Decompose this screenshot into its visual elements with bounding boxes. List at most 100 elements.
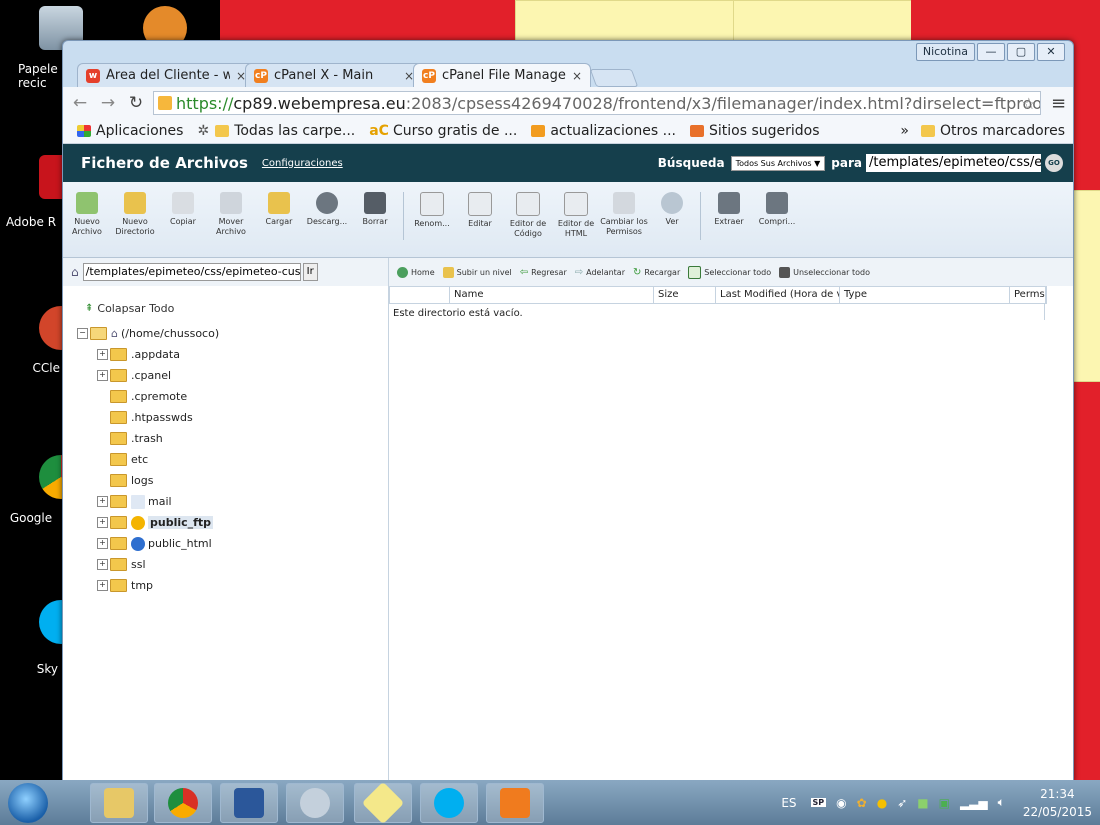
back-icon[interactable]: ← xyxy=(69,93,91,113)
taskbar-skype[interactable] xyxy=(420,783,478,823)
tree-root[interactable]: − ⌂ (/home/chussoco) xyxy=(63,323,388,344)
rename-button[interactable]: Renom... xyxy=(408,192,456,229)
nav-reload[interactable]: ↻ Recargar xyxy=(633,267,680,278)
media-player-icon xyxy=(500,788,530,818)
expand-toggle-icon[interactable]: + xyxy=(97,517,108,528)
view-button[interactable]: Ver xyxy=(648,192,696,227)
volume-icon[interactable]: 🔈︎ xyxy=(998,795,1005,810)
bookmark-folder-all[interactable]: ✲ Todas las carpe... xyxy=(197,123,355,139)
column-type[interactable]: Type xyxy=(840,287,1010,303)
nav-unselect-all[interactable]: Unseleccionar todo xyxy=(779,266,870,278)
tree-item[interactable]: .cpremote xyxy=(63,386,388,407)
tab-file-manager[interactable]: cP cPanel File Manager × xyxy=(413,63,591,87)
tray-app-icon[interactable]: ◉ xyxy=(836,796,846,810)
tree-item[interactable]: + mail xyxy=(63,491,388,512)
bookmark-actualizaciones[interactable]: actualizaciones ... xyxy=(531,123,676,139)
tree-item[interactable]: + public_html xyxy=(63,533,388,554)
tray-app-icon[interactable]: ▣ xyxy=(939,796,950,810)
delete-button[interactable]: Borrar xyxy=(351,192,399,227)
tray-app-icon[interactable]: ■ xyxy=(917,796,928,810)
forward-icon[interactable]: → xyxy=(97,93,119,113)
copy-button[interactable]: Copiar xyxy=(159,192,207,227)
bookmark-star-icon[interactable]: ☆ xyxy=(1022,92,1036,114)
new-file-button[interactable]: Nuevo Archivo xyxy=(63,192,111,237)
tray-app-icon[interactable]: ➶ xyxy=(897,796,907,810)
compress-button[interactable]: Compri... xyxy=(753,192,801,227)
tree-item[interactable]: + ssl xyxy=(63,554,388,575)
path-input[interactable]: /templates/epimeteo/css/epimeteo-custo xyxy=(82,263,301,281)
nav-select-all[interactable]: Seleccionar todo xyxy=(688,265,771,279)
folder-icon xyxy=(110,558,127,571)
search-scope-select[interactable]: Todos Sus Archivos ▼ xyxy=(730,155,826,171)
tree-item[interactable]: .htpasswds xyxy=(63,407,388,428)
nav-home[interactable]: Home xyxy=(397,266,435,278)
bookmark-sitios[interactable]: Sitios sugeridos xyxy=(690,123,820,139)
download-button[interactable]: Descarg... xyxy=(303,192,351,227)
upload-button[interactable]: Cargar xyxy=(255,192,303,227)
clock[interactable]: 21:34 22/05/2015 xyxy=(1023,785,1092,821)
tree-item[interactable]: + public_ftp xyxy=(63,512,388,533)
network-signal-icon[interactable]: ▂▃▅ xyxy=(960,796,988,810)
close-button[interactable]: ✕ xyxy=(1037,43,1065,61)
address-bar[interactable]: https://cp89.webempresa.eu:2083/cpsess42… xyxy=(153,91,1041,115)
tree-item[interactable]: logs xyxy=(63,470,388,491)
bookmark-apps[interactable]: Aplicaciones xyxy=(77,123,183,139)
taskbar-chrome[interactable] xyxy=(154,783,212,823)
reload-icon[interactable]: ↻ xyxy=(125,93,147,113)
nav-up-level[interactable]: Subir un nivel xyxy=(442,266,512,278)
other-bookmarks[interactable]: Otros marcadores xyxy=(920,123,1065,139)
search-input[interactable]: /templates/epimeteo/css/e xyxy=(866,154,1041,172)
expand-toggle-icon[interactable]: + xyxy=(97,496,108,507)
sp-icon[interactable]: SP xyxy=(810,798,827,807)
search-go-button[interactable]: GO xyxy=(1045,154,1063,172)
tab-area-cliente[interactable]: w Área del Cliente - we × xyxy=(77,63,255,87)
bookmark-curso[interactable]: aC Curso gratis de ... xyxy=(369,123,517,139)
tree-item-label: .htpasswds xyxy=(131,411,193,424)
expand-toggle-icon[interactable]: + xyxy=(97,580,108,591)
collapse-all-button[interactable]: ⇞ Colapsar Todo xyxy=(85,302,388,315)
tree-item-label: public_html xyxy=(148,537,212,550)
tree-item[interactable]: etc xyxy=(63,449,388,470)
maximize-button[interactable]: ▢ xyxy=(1007,43,1035,61)
tree-item[interactable]: + .appdata xyxy=(63,344,388,365)
new-tab-button[interactable] xyxy=(589,69,639,87)
taskbar-word[interactable] xyxy=(220,783,278,823)
minimize-button[interactable]: — xyxy=(977,43,1005,61)
html-editor-button[interactable]: Editor de HTML xyxy=(552,192,600,239)
nav-back[interactable]: ⇦ Regresar xyxy=(520,267,567,278)
expand-toggle-icon[interactable]: + xyxy=(97,370,108,381)
bookmarks-more-button[interactable]: » xyxy=(900,123,909,139)
tab-cpanel-main[interactable]: cP cPanel X - Main × xyxy=(245,63,423,87)
taskbar-snipping[interactable] xyxy=(286,783,344,823)
menu-icon[interactable]: ≡ xyxy=(1051,93,1066,114)
expand-toggle-icon[interactable]: + xyxy=(97,559,108,570)
move-button[interactable]: Mover Archivo xyxy=(207,192,255,237)
column-modified[interactable]: Last Modified (Hora de v xyxy=(716,287,840,303)
tree-item[interactable]: + tmp xyxy=(63,575,388,596)
taskbar-explorer[interactable] xyxy=(90,783,148,823)
settings-link[interactable]: Configuraciones xyxy=(262,158,343,169)
expand-toggle-icon[interactable]: + xyxy=(97,538,108,549)
permissions-button[interactable]: Cambiar los Permisos xyxy=(600,192,648,237)
start-button[interactable] xyxy=(8,783,48,823)
extract-button[interactable]: Extraer xyxy=(705,192,753,227)
column-perms[interactable]: Perms xyxy=(1010,287,1046,303)
collapse-toggle-icon[interactable]: − xyxy=(77,328,88,339)
taskbar-sticky-notes[interactable] xyxy=(354,781,412,825)
expand-toggle-icon[interactable]: + xyxy=(97,349,108,360)
close-icon[interactable]: × xyxy=(572,69,582,83)
code-editor-button[interactable]: Editor de Código xyxy=(504,192,552,239)
column-name[interactable]: Name xyxy=(450,287,654,303)
new-folder-button[interactable]: Nuevo Directorio xyxy=(111,192,159,237)
tree-item[interactable]: .trash xyxy=(63,428,388,449)
tray-app-icon[interactable]: ● xyxy=(877,796,887,810)
tray-app-icon[interactable]: ✿ xyxy=(857,796,867,810)
path-go-button[interactable]: Ir xyxy=(302,263,318,281)
language-indicator[interactable]: ES xyxy=(781,796,796,810)
tree-item[interactable]: + .cpanel xyxy=(63,365,388,386)
column-size[interactable]: Size xyxy=(654,287,716,303)
taskbar-media[interactable] xyxy=(486,783,544,823)
profile-badge[interactable]: Nicotina xyxy=(915,43,975,61)
edit-button[interactable]: Editar xyxy=(456,192,504,229)
nav-forward[interactable]: ⇨ Adelantar xyxy=(575,267,625,278)
